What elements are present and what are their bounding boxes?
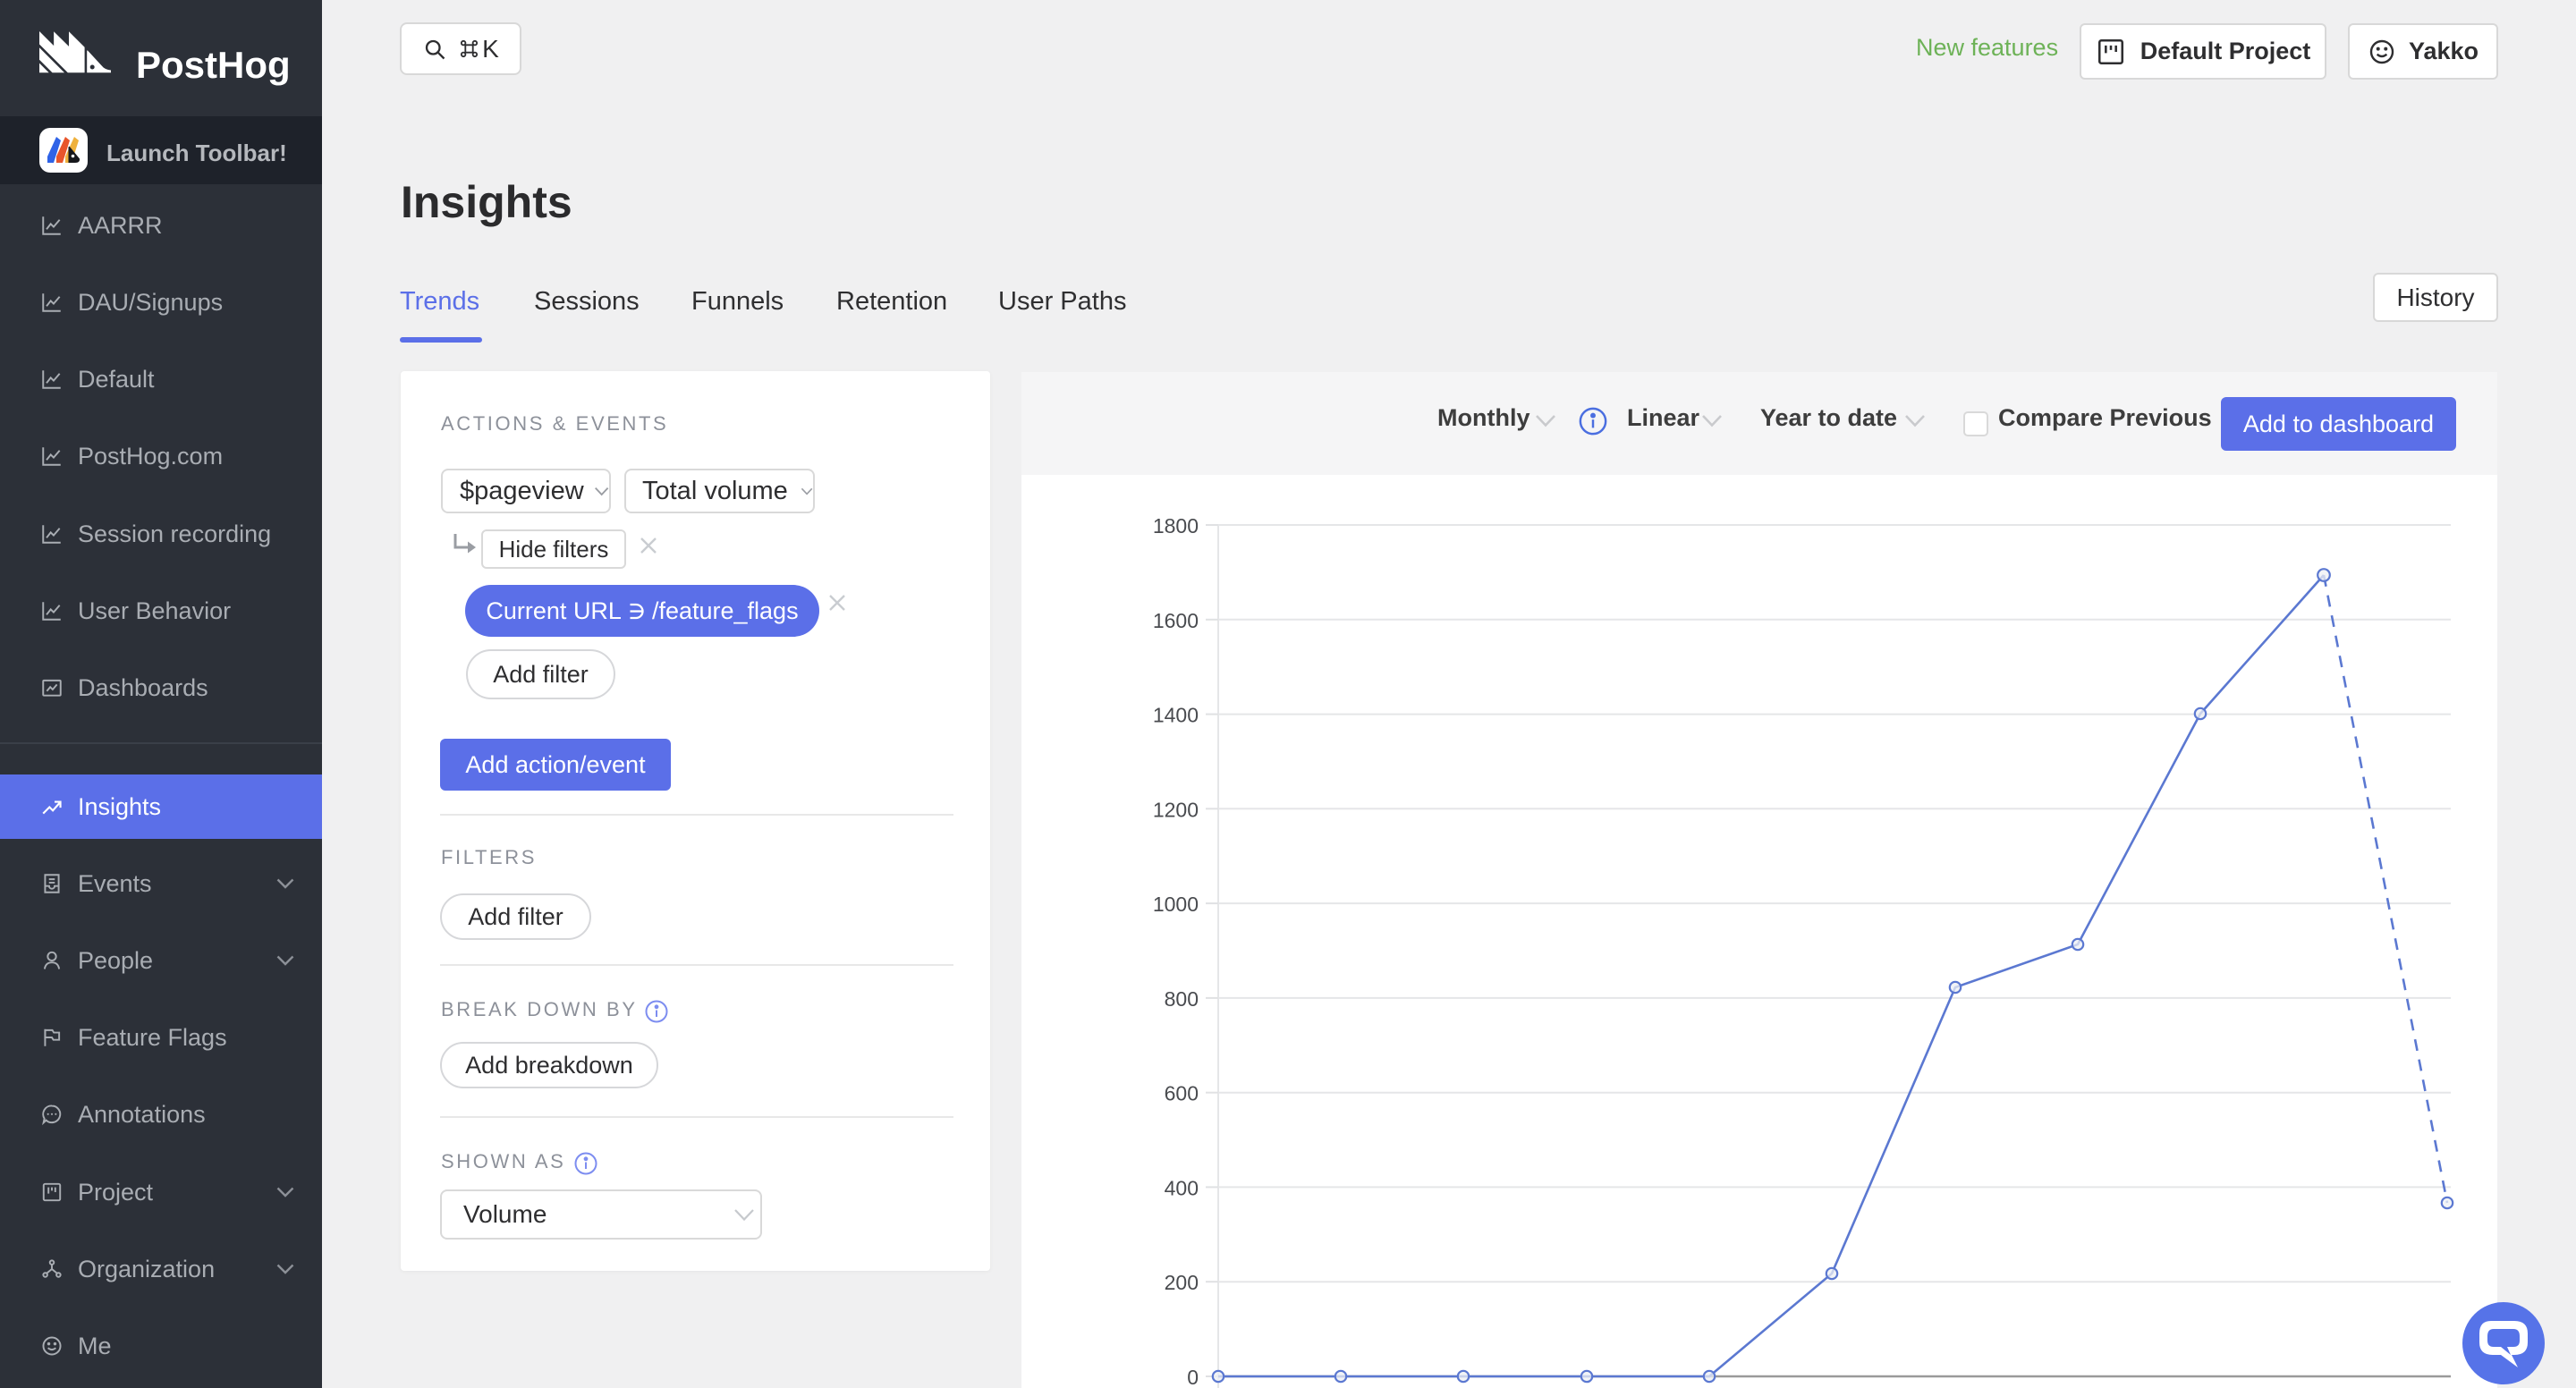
svg-text:1400: 1400 [1153, 704, 1199, 727]
svg-text:600: 600 [1165, 1082, 1199, 1105]
svg-text:1000: 1000 [1153, 893, 1199, 916]
svg-text:1800: 1800 [1153, 514, 1199, 537]
svg-text:800: 800 [1165, 987, 1199, 1011]
svg-text:400: 400 [1165, 1176, 1199, 1199]
svg-text:1200: 1200 [1153, 798, 1199, 821]
svg-text:200: 200 [1165, 1271, 1199, 1294]
svg-text:0: 0 [1187, 1366, 1199, 1388]
svg-text:1600: 1600 [1153, 609, 1199, 632]
